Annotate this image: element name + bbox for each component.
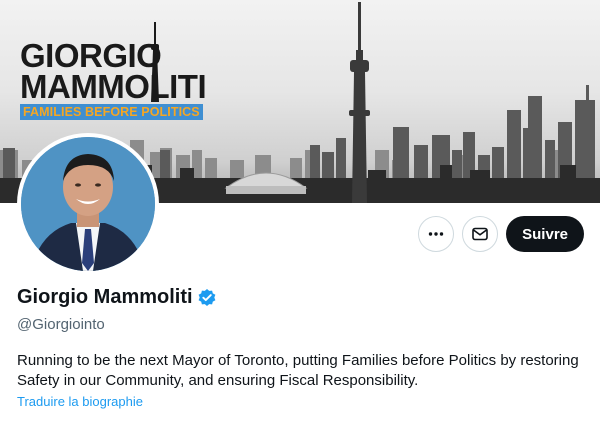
verified-badge-icon[interactable] bbox=[197, 288, 217, 308]
profile-actions: Suivre bbox=[418, 216, 584, 252]
avatar-portrait-image bbox=[21, 137, 155, 271]
message-icon bbox=[472, 227, 488, 241]
avatar[interactable] bbox=[21, 137, 155, 271]
logo-tagline: FAMILIES BEFORE POLITICS bbox=[20, 104, 203, 120]
profile-handle: @Giorgiointo bbox=[17, 316, 105, 333]
avatar-frame[interactable] bbox=[17, 133, 159, 275]
profile-name-row: Giorgio Mammoliti bbox=[17, 286, 217, 309]
profile-bio: Running to be the next Mayor of Toronto,… bbox=[17, 352, 579, 389]
more-button[interactable] bbox=[418, 216, 455, 252]
message-button[interactable] bbox=[462, 216, 499, 252]
logo-first-name: GIORGIO bbox=[20, 37, 162, 74]
follow-button[interactable]: Suivre bbox=[506, 216, 584, 252]
logo-last-name: MAMMOLITI bbox=[20, 68, 207, 105]
display-name: Giorgio Mammoliti bbox=[17, 286, 193, 308]
translate-bio-link[interactable]: Traduire la biographie bbox=[17, 394, 143, 409]
campaign-logo: GIORGIO MAMMOLITI FAMILIES BEFORE POLITI… bbox=[20, 37, 207, 121]
more-icon bbox=[428, 232, 444, 236]
